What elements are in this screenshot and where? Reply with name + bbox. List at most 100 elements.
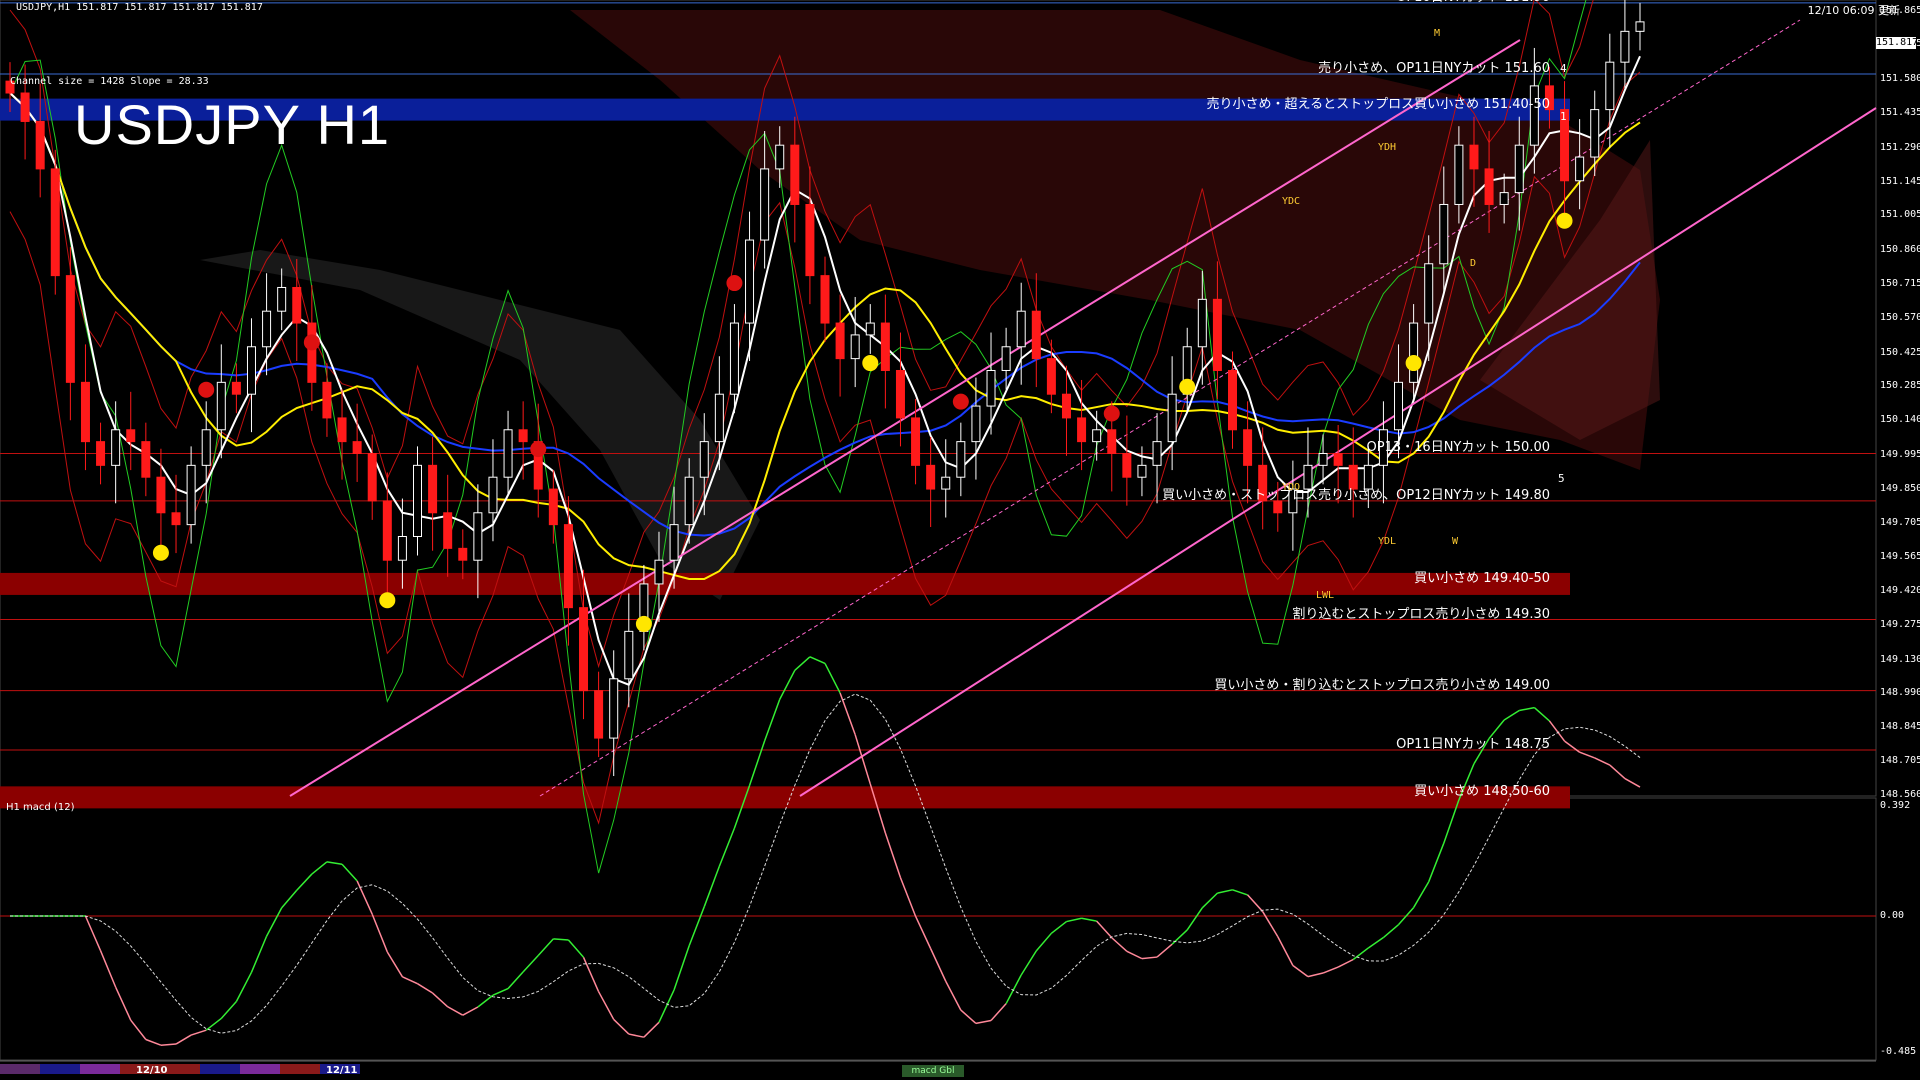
price-tick-17: 149.420 — [1880, 585, 1920, 597]
macd-seg-51 — [763, 699, 781, 742]
candle-body-45 — [684, 476, 694, 526]
candle-body-16 — [246, 346, 256, 395]
macd-seg-14 — [205, 1017, 222, 1031]
candle-body-57 — [865, 322, 875, 336]
session-seg-6 — [240, 1064, 280, 1074]
macd-seg-75 — [1126, 950, 1143, 960]
macd-seg-79 — [1186, 907, 1203, 931]
macd-seg-70 — [1050, 920, 1067, 934]
price-tick-23: 148.560 — [1880, 789, 1920, 800]
price-tick-10: 150.425 — [1880, 346, 1920, 358]
marker-5: M — [1434, 28, 1441, 39]
level-band-9 — [0, 786, 1570, 809]
candle-body-28 — [428, 464, 438, 514]
chart-canvas — [0, 0, 1877, 1074]
macd-seg-103 — [1548, 720, 1566, 742]
macd-seg-87 — [1307, 972, 1324, 978]
candle-body-95 — [1439, 203, 1449, 265]
candle-body-32 — [488, 476, 498, 514]
fractal-up-3 — [862, 355, 879, 372]
candle-body-52 — [790, 144, 800, 205]
macd-seg-6 — [84, 915, 102, 951]
macd-seg-45 — [673, 945, 690, 991]
candle-body-93 — [1409, 322, 1419, 383]
macd-seg-52 — [779, 669, 796, 700]
macd-seg-46 — [688, 906, 705, 947]
symbol-info: USDJPY,H1 151.817 151.817 151.817 151.81… — [16, 2, 263, 13]
price-tick-11: 150.285 — [1880, 379, 1920, 391]
macd-seg-15 — [220, 1001, 237, 1019]
candle-body-61 — [926, 464, 936, 490]
price-tick-12: 150.140 — [1880, 414, 1920, 426]
candle-body-26 — [397, 535, 407, 561]
candle-body-7 — [111, 429, 121, 466]
macd-seg-55 — [824, 663, 841, 694]
fractal-down-5 — [1103, 405, 1120, 422]
fractal-up-4 — [1179, 378, 1196, 395]
candle-body-74 — [1122, 452, 1132, 478]
candle-body-71 — [1077, 417, 1087, 443]
macd-seg-92 — [1382, 924, 1400, 939]
macd-seg-12 — [175, 1034, 192, 1045]
level-label-9: 買い小さめ 148.50-60 — [1414, 784, 1550, 800]
candle-body-94 — [1424, 263, 1434, 324]
channel-info: Channel size = 1428 Slope = 28.33 — [10, 76, 209, 87]
indicator-tab[interactable]: macd Gbl — [902, 1065, 964, 1077]
macd-seg-108 — [1624, 777, 1641, 788]
price-tick-9: 150.570 — [1880, 312, 1920, 324]
macd-seg-29 — [432, 992, 449, 1008]
candle-body-68 — [1031, 310, 1041, 360]
macd-seg-11 — [160, 1043, 177, 1046]
marker-2: YDO — [1282, 482, 1301, 493]
candle-body-23 — [352, 441, 362, 454]
macd-seg-104 — [1564, 740, 1581, 753]
candle-body-15 — [231, 381, 241, 395]
macd-seg-23 — [341, 863, 358, 882]
channel-number-1: 1 — [1560, 110, 1567, 123]
macd-seg-60 — [899, 877, 917, 917]
candle-body-87 — [1318, 452, 1328, 466]
marker-3: YDL — [1378, 536, 1397, 547]
candle-body-108 — [1635, 21, 1645, 32]
macd-seg-76 — [1141, 956, 1158, 960]
level-label-5: 買い小さめ 149.40-50 — [1414, 570, 1550, 586]
candle-body-65 — [986, 369, 996, 407]
candle-body-81 — [1228, 369, 1237, 431]
macd-seg-43 — [643, 1021, 660, 1038]
candle-body-4 — [65, 275, 75, 383]
fractal-up-2 — [635, 615, 652, 632]
price-tick-15: 149.705 — [1880, 517, 1920, 529]
macd-seg-30 — [447, 1006, 464, 1016]
macd-seg-88 — [1322, 966, 1339, 974]
candle-body-50 — [760, 168, 770, 241]
macd-seg-35 — [522, 954, 539, 973]
macd-seg-54 — [809, 656, 826, 665]
marker-6: D — [1470, 258, 1477, 269]
macd-seg-63 — [945, 980, 962, 1011]
chart-window: USDJPY,H1 151.817 151.817 151.817 151.81… — [0, 0, 1920, 1080]
macd-seg-69 — [1035, 932, 1052, 952]
macd-seg-8 — [114, 986, 132, 1021]
session-seg-0 — [0, 1064, 40, 1074]
fractal-down-4 — [952, 393, 969, 410]
level-band-5 — [0, 572, 1570, 595]
macd-seg-27 — [402, 976, 418, 985]
macd-seg-71 — [1066, 917, 1082, 923]
macd-seg-38 — [567, 939, 585, 958]
candle-body-48 — [729, 322, 739, 395]
macd-seg-28 — [417, 983, 433, 994]
macd-seg-64 — [960, 1009, 977, 1024]
price-tick-13: 149.995 — [1880, 448, 1920, 460]
session-seg-5 — [200, 1064, 240, 1074]
candle-body-76 — [1152, 441, 1162, 466]
candle-body-1 — [20, 92, 30, 122]
price-tick-21: 148.845 — [1880, 721, 1920, 733]
candle-body-66 — [1001, 346, 1011, 371]
price-tick-0: 151.865 — [1880, 5, 1920, 17]
macd-seg-56 — [839, 692, 856, 735]
candle-body-6 — [96, 441, 106, 466]
candle-body-44 — [669, 524, 679, 561]
macd-seg-33 — [492, 987, 509, 996]
candle-body-59 — [895, 369, 905, 419]
candle-body-88 — [1333, 452, 1343, 466]
